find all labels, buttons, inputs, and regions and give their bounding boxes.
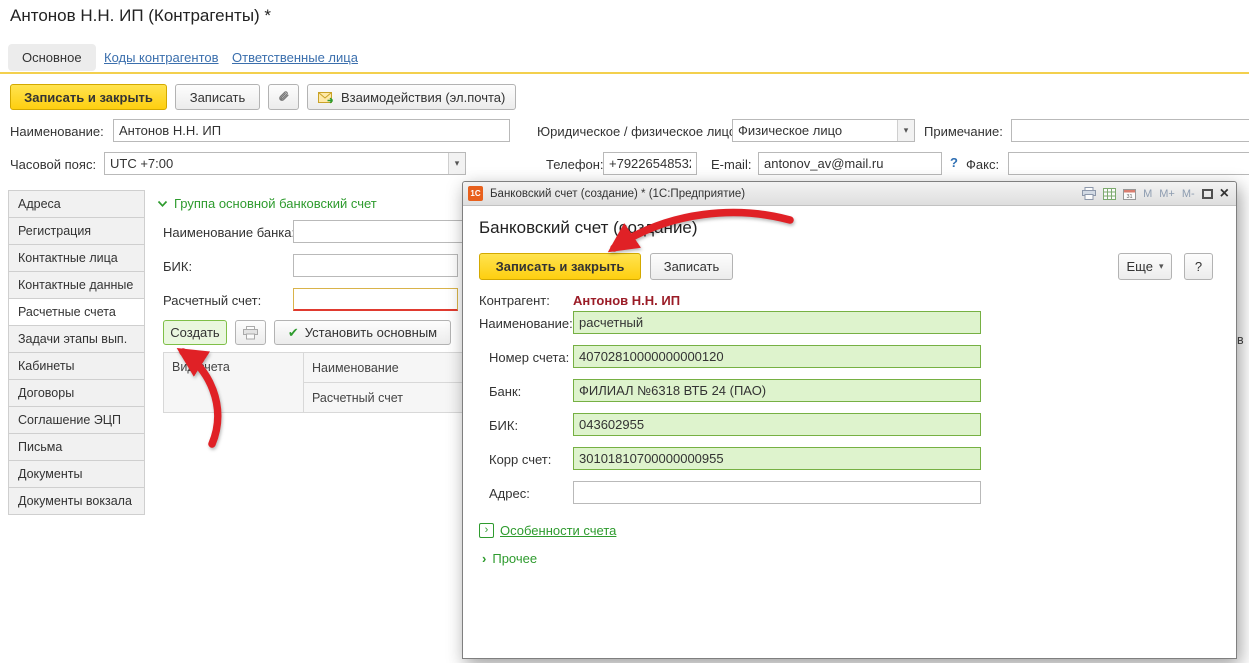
more-button[interactable]: Еще ▾ <box>1118 253 1172 280</box>
name-label: Наименование: <box>10 123 104 140</box>
sidebar-item-documents[interactable]: Документы <box>8 460 145 488</box>
counterparty-label: Контрагент: <box>479 292 550 309</box>
attachment-button[interactable] <box>268 84 299 110</box>
column-header-kind[interactable]: Вид счета <box>163 352 304 413</box>
phone-input[interactable] <box>603 152 697 175</box>
sidebar-item-station-documents[interactable]: Документы вокзала <box>8 487 145 515</box>
bank-name-label: Наименование банка: <box>163 224 295 241</box>
account-features-link[interactable]: › Особенности счета <box>479 523 616 538</box>
timezone-label: Часовой пояс: <box>10 156 96 173</box>
memory-m-button[interactable]: М <box>1143 188 1152 200</box>
set-main-button[interactable]: ✔ Установить основным <box>274 320 451 345</box>
timezone-select[interactable]: ▾ <box>104 152 466 175</box>
account-name-input[interactable] <box>573 311 981 334</box>
chevron-down-icon: ▾ <box>1159 261 1164 272</box>
dialog-save-button[interactable]: Записать <box>650 253 733 280</box>
bik-label: БИК: <box>163 258 192 275</box>
sidebar-item-tasks-stages[interactable]: Задачи этапы вып. <box>8 325 145 353</box>
account-name-label: Наименование: <box>479 315 573 332</box>
interactions-label: Взаимодействия (эл.почта) <box>341 90 505 105</box>
email-label: E-mail: <box>711 156 751 173</box>
set-main-label: Установить основным <box>305 325 437 340</box>
save-button[interactable]: Записать <box>175 84 260 110</box>
timezone-value[interactable] <box>105 153 448 174</box>
memory-m-minus-button[interactable]: М- <box>1182 188 1195 200</box>
corr-account-input[interactable] <box>573 447 981 470</box>
dialog-heading: Банковский счет (создание) <box>479 218 698 238</box>
sidebar-item-contracts[interactable]: Договоры <box>8 379 145 407</box>
chevron-right-icon: › <box>482 551 486 566</box>
sidebar-item-registration[interactable]: Регистрация <box>8 217 145 245</box>
close-icon[interactable]: × <box>1220 186 1229 202</box>
sidebar-item-letters[interactable]: Письма <box>8 433 145 461</box>
note-input[interactable] <box>1011 119 1249 142</box>
tab-main[interactable]: Основное <box>8 44 96 71</box>
table-icon[interactable] <box>1103 188 1116 200</box>
bank-input[interactable] <box>573 379 981 402</box>
chevron-down-icon[interactable]: ▾ <box>897 120 914 141</box>
sidebar-item-addresses[interactable]: Адреса <box>8 190 145 218</box>
bank-label: Банк: <box>489 383 521 400</box>
name-input[interactable] <box>113 119 510 142</box>
note-label: Примечание: <box>924 123 1003 140</box>
other-label: Прочее <box>492 551 537 566</box>
tab-responsible-persons[interactable]: Ответственные лица <box>232 50 358 65</box>
printer-icon <box>243 326 258 340</box>
svg-text:31: 31 <box>1127 194 1133 200</box>
maximize-button[interactable] <box>1202 189 1213 199</box>
tab-counterparty-codes[interactable]: Коды контрагентов <box>104 50 219 65</box>
phone-label: Телефон: <box>546 156 604 173</box>
other-link[interactable]: › Прочее <box>482 551 537 566</box>
1c-app-icon: 1С <box>468 186 483 201</box>
email-interactions-icon <box>318 91 335 104</box>
sidebar-item-bank-accounts[interactable]: Расчетные счета <box>8 298 145 326</box>
chevron-right-icon: › <box>479 523 494 538</box>
checkmark-icon: ✔ <box>288 325 299 341</box>
sidebar-item-cabinets[interactable]: Кабинеты <box>8 352 145 380</box>
sidebar-item-contact-data[interactable]: Контактные данные <box>8 271 145 299</box>
account-number-label: Номер счета: <box>489 349 569 366</box>
bank-account-dialog: 1С Банковский счет (создание) * (1С:Пред… <box>462 181 1237 659</box>
address-input[interactable] <box>573 481 981 504</box>
counterparty-value[interactable]: Антонов Н.Н. ИП <box>573 292 680 309</box>
main-bank-account-group-link[interactable]: Группа основной банковский счет <box>157 196 377 211</box>
interactions-button[interactable]: Взаимодействия (эл.почта) <box>307 84 516 110</box>
entity-type-label: Юридическое / физическое лицо: <box>537 123 740 140</box>
tabs-separator <box>0 72 1249 74</box>
group-link-label: Группа основной банковский счет <box>174 196 377 211</box>
print-button[interactable] <box>235 320 266 345</box>
corr-account-label: Корр счет: <box>489 451 551 468</box>
dialog-help-button[interactable]: ? <box>1184 253 1213 280</box>
entity-type-value[interactable] <box>733 120 897 141</box>
dialog-bik-input[interactable] <box>573 413 981 436</box>
address-label: Адрес: <box>489 485 530 502</box>
app-screen: Антонов Н.Н. ИП (Контрагенты) * Основное… <box>0 0 1249 663</box>
create-button[interactable]: Создать <box>163 320 227 345</box>
page-title: Антонов Н.Н. ИП (Контрагенты) * <box>10 6 271 26</box>
calendar-icon[interactable]: 31 <box>1123 188 1136 200</box>
chevron-down-icon[interactable]: ▾ <box>448 153 465 174</box>
account-features-label: Особенности счета <box>500 523 616 538</box>
print-icon[interactable] <box>1082 187 1096 200</box>
sidebar-item-contact-persons[interactable]: Контактные лица <box>8 244 145 272</box>
account-number-input[interactable] <box>573 345 981 368</box>
dialog-window-title: Банковский счет (создание) * (1С:Предпри… <box>490 188 1075 200</box>
save-close-button[interactable]: Записать и закрыть <box>10 84 167 110</box>
email-help-icon[interactable]: ? <box>950 155 958 170</box>
entity-type-select[interactable]: ▾ <box>732 119 915 142</box>
fax-input[interactable] <box>1008 152 1249 175</box>
dialog-titlebar[interactable]: 1С Банковский счет (создание) * (1С:Пред… <box>463 182 1236 206</box>
dialog-save-close-button[interactable]: Записать и закрыть <box>479 253 641 280</box>
account-label: Расчетный счет: <box>163 292 261 309</box>
fax-label: Факс: <box>966 156 999 173</box>
bik-input[interactable] <box>293 254 458 277</box>
memory-m-plus-button[interactable]: М+ <box>1159 188 1175 200</box>
dialog-bik-label: БИК: <box>489 417 518 434</box>
paperclip-icon <box>276 90 291 105</box>
chevron-down-icon <box>157 200 168 208</box>
more-label: Еще <box>1127 259 1153 274</box>
account-input[interactable] <box>293 288 458 311</box>
sidebar-item-agreement-ecp[interactable]: Соглашение ЭЦП <box>8 406 145 434</box>
email-input[interactable] <box>758 152 942 175</box>
